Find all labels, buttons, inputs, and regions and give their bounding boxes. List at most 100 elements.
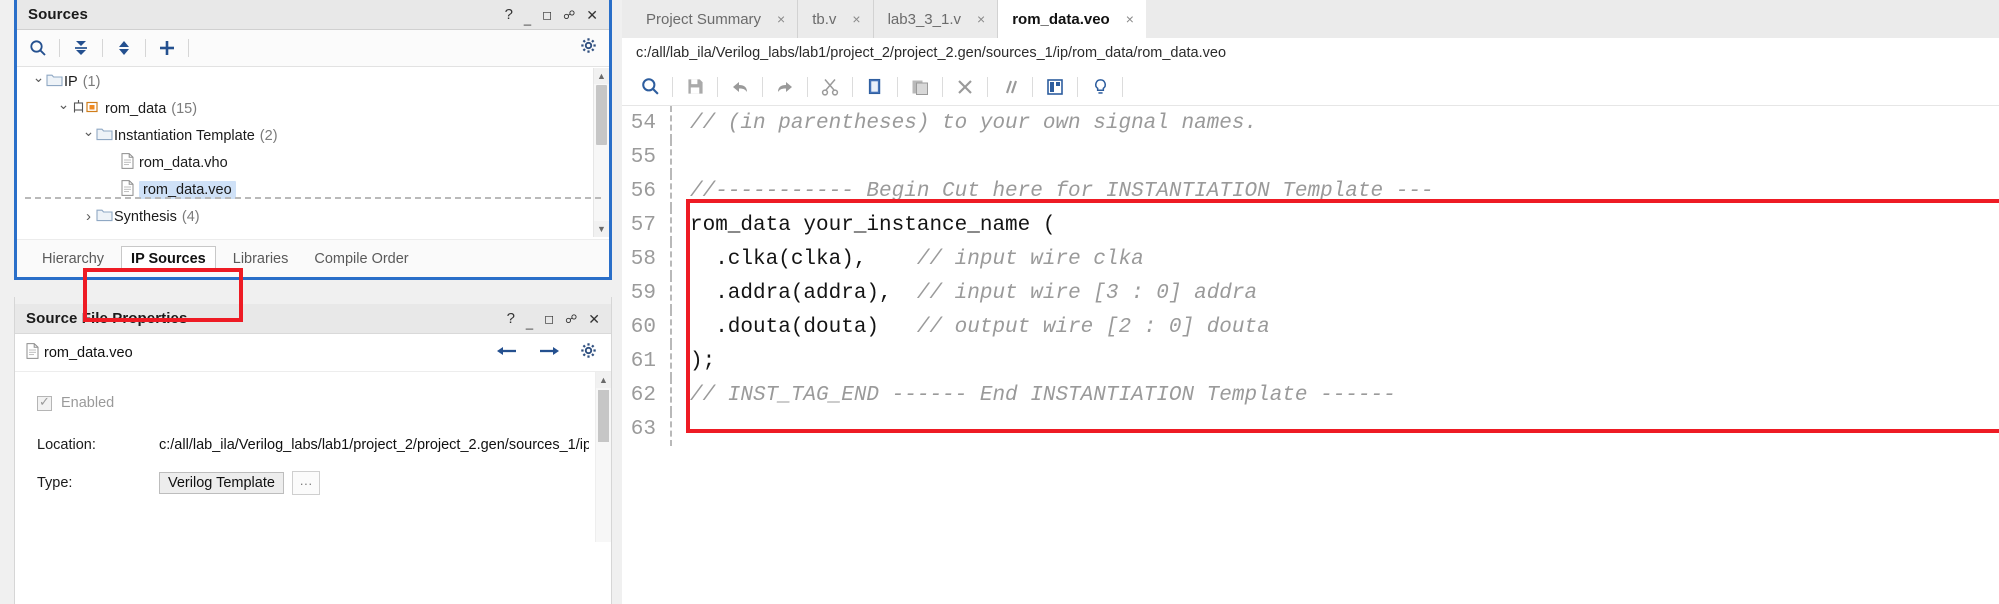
- lightbulb-icon[interactable]: [1080, 72, 1120, 102]
- code-line[interactable]: 55: [622, 140, 1999, 174]
- toolbar-separator: [942, 76, 943, 97]
- tab-compile-order[interactable]: Compile Order: [305, 247, 417, 271]
- toolbar-separator: [1122, 76, 1123, 97]
- indent-icon[interactable]: [1035, 72, 1075, 102]
- close-icon[interactable]: ×: [1126, 11, 1134, 27]
- editor-tab-project-summary[interactable]: Project Summary ×: [632, 0, 799, 38]
- toolbar-separator: [987, 76, 988, 97]
- code-line[interactable]: 56 //----------- Begin Cut here for INSTA…: [622, 174, 1999, 208]
- enabled-checkbox[interactable]: [37, 394, 52, 411]
- close-icon[interactable]: ✕: [588, 312, 600, 326]
- close-icon[interactable]: ✕: [586, 8, 598, 22]
- add-sources-icon[interactable]: [146, 38, 188, 58]
- code-line[interactable]: 61);: [622, 344, 1999, 378]
- code-line-text: .douta(douta) // output wire [2 : 0] dou…: [690, 316, 1270, 339]
- redo-icon[interactable]: [765, 72, 805, 102]
- line-number: 57: [630, 213, 656, 237]
- line-number: 59: [630, 281, 656, 305]
- paste-icon[interactable]: [900, 72, 940, 102]
- code-line[interactable]: 57 rom_data your_instance_name (: [622, 208, 1999, 242]
- collapse-all-icon[interactable]: [60, 39, 102, 57]
- sfp-title: Source File Properties: [26, 310, 188, 327]
- folder-icon: [46, 73, 64, 91]
- sources-tree[interactable]: IP(1)rom_data(15)Instantiation Template(…: [17, 68, 609, 237]
- scrollbar-thumb[interactable]: [598, 390, 609, 442]
- minimize-icon[interactable]: _: [526, 316, 533, 329]
- line-number: 54: [630, 111, 656, 135]
- settings-gear-icon[interactable]: [580, 37, 597, 59]
- tree-item-synthesis[interactable]: Synthesis(4): [17, 203, 609, 230]
- line-number: 61: [630, 349, 656, 373]
- tree-item-ip[interactable]: IP(1): [17, 68, 609, 95]
- close-icon[interactable]: ×: [777, 11, 785, 27]
- code-line[interactable]: 62 // INST_TAG_END ------ End INSTANTIATI…: [622, 378, 1999, 412]
- minimize-icon[interactable]: _: [524, 12, 531, 25]
- back-arrow-icon[interactable]: [496, 343, 518, 363]
- code-token: );: [690, 349, 716, 373]
- sources-tree-scrollbar[interactable]: ▲ ▼: [593, 68, 609, 237]
- chevron-down-icon[interactable]: [81, 127, 96, 144]
- expand-all-icon[interactable]: [103, 39, 145, 57]
- editor-tab-rom-data-veo[interactable]: rom_data.veo ×: [998, 0, 1146, 38]
- sfp-scrollbar[interactable]: ▲: [595, 372, 611, 542]
- save-icon[interactable]: [675, 72, 715, 102]
- editor-file-path: c:/all/lab_ila/Verilog_labs/lab1/project…: [622, 38, 1999, 68]
- enabled-property-row: Enabled: [15, 388, 611, 418]
- search-icon[interactable]: [630, 72, 670, 102]
- toolbar-separator: [188, 39, 189, 57]
- close-icon[interactable]: ×: [852, 11, 860, 27]
- scroll-down-arrow-icon[interactable]: ▼: [594, 221, 609, 237]
- code-line[interactable]: 58 .clka(clka), // input wire clka: [622, 242, 1999, 276]
- scroll-up-arrow-icon[interactable]: ▲: [596, 372, 611, 388]
- sources-panel-titlebar: Sources ? _ ◻ ☍ ✕: [17, 0, 609, 30]
- tree-item-rom-data-vho[interactable]: rom_data.vho: [17, 149, 609, 176]
- help-icon[interactable]: ?: [507, 311, 515, 326]
- close-icon[interactable]: ×: [977, 11, 985, 27]
- undo-icon[interactable]: [720, 72, 760, 102]
- chevron-down-icon[interactable]: [56, 100, 71, 117]
- type-label: Type:: [37, 475, 73, 491]
- code-text-area[interactable]: 54 // (in parentheses) to your own signal…: [622, 106, 1999, 554]
- cut-icon[interactable]: [810, 72, 850, 102]
- tree-dashed-divider: [25, 197, 601, 199]
- chevron-right-icon[interactable]: [81, 208, 96, 225]
- float-icon[interactable]: ☍: [565, 313, 577, 325]
- scroll-up-arrow-icon[interactable]: ▲: [594, 68, 609, 84]
- folder-icon: [96, 208, 114, 226]
- delete-icon[interactable]: [945, 72, 985, 102]
- code-comment: // INST_TAG_END ------ End INSTANTIATION…: [690, 383, 1396, 407]
- tree-item-label: rom_data.vho: [139, 154, 228, 171]
- float-icon[interactable]: ☍: [563, 9, 575, 21]
- line-number: 55: [630, 145, 656, 169]
- editor-tab-label: Project Summary: [646, 10, 762, 28]
- maximize-icon[interactable]: ◻: [544, 313, 554, 325]
- search-icon[interactable]: [17, 39, 59, 57]
- code-comment: // input wire [3 : 0] addra: [916, 281, 1258, 305]
- code-line[interactable]: 59 .addra(addra), // input wire [3 : 0] …: [622, 276, 1999, 310]
- scrollbar-thumb[interactable]: [596, 85, 607, 145]
- maximize-icon[interactable]: ◻: [542, 9, 552, 21]
- settings-gear-icon[interactable]: [580, 342, 597, 363]
- code-line[interactable]: 60 .douta(douta) // output wire [2 : 0] …: [622, 310, 1999, 344]
- tab-libraries[interactable]: Libraries: [224, 247, 298, 271]
- chevron-down-icon[interactable]: [31, 73, 46, 90]
- copy-icon[interactable]: [855, 72, 895, 102]
- tree-item-instantiation-template[interactable]: Instantiation Template(2): [17, 122, 609, 149]
- code-line[interactable]: 54 // (in parentheses) to your own signal…: [622, 106, 1999, 140]
- sources-tree-rows: IP(1)rom_data(15)Instantiation Template(…: [17, 68, 609, 230]
- help-icon[interactable]: ?: [505, 7, 513, 22]
- tab-hierarchy[interactable]: Hierarchy: [33, 247, 113, 271]
- editor-tab-tb-v[interactable]: tb.v ×: [798, 0, 874, 38]
- tree-item-label: Instantiation Template: [114, 127, 255, 144]
- tree-item-rom-data[interactable]: rom_data(15): [17, 95, 609, 122]
- ip-core-icon: [71, 99, 105, 118]
- forward-arrow-icon[interactable]: [538, 343, 560, 363]
- code-line-text: rom_data your_instance_name (: [690, 214, 1055, 237]
- tab-ip-sources[interactable]: IP Sources: [121, 245, 216, 272]
- comment-icon[interactable]: [990, 72, 1030, 102]
- location-label: Location:: [37, 437, 96, 453]
- code-line[interactable]: 63: [622, 412, 1999, 446]
- editor-tab-lab3-3-1-v[interactable]: lab3_3_1.v ×: [874, 0, 999, 38]
- type-browse-button[interactable]: ···: [291, 471, 320, 495]
- type-value-field[interactable]: Verilog Template: [159, 472, 284, 494]
